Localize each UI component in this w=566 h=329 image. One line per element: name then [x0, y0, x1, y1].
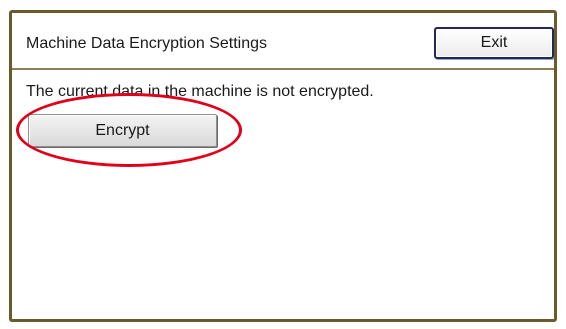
title-bar: Machine Data Encryption Settings Exit — [12, 13, 554, 68]
page-title: Machine Data Encryption Settings — [26, 35, 268, 52]
settings-panel: Machine Data Encryption Settings Exit Th… — [9, 10, 557, 322]
encryption-status-message: The current data in the machine is not e… — [26, 83, 374, 100]
title-divider — [12, 68, 554, 70]
exit-button[interactable]: Exit — [434, 27, 554, 59]
encrypt-button[interactable]: Encrypt — [28, 114, 217, 147]
